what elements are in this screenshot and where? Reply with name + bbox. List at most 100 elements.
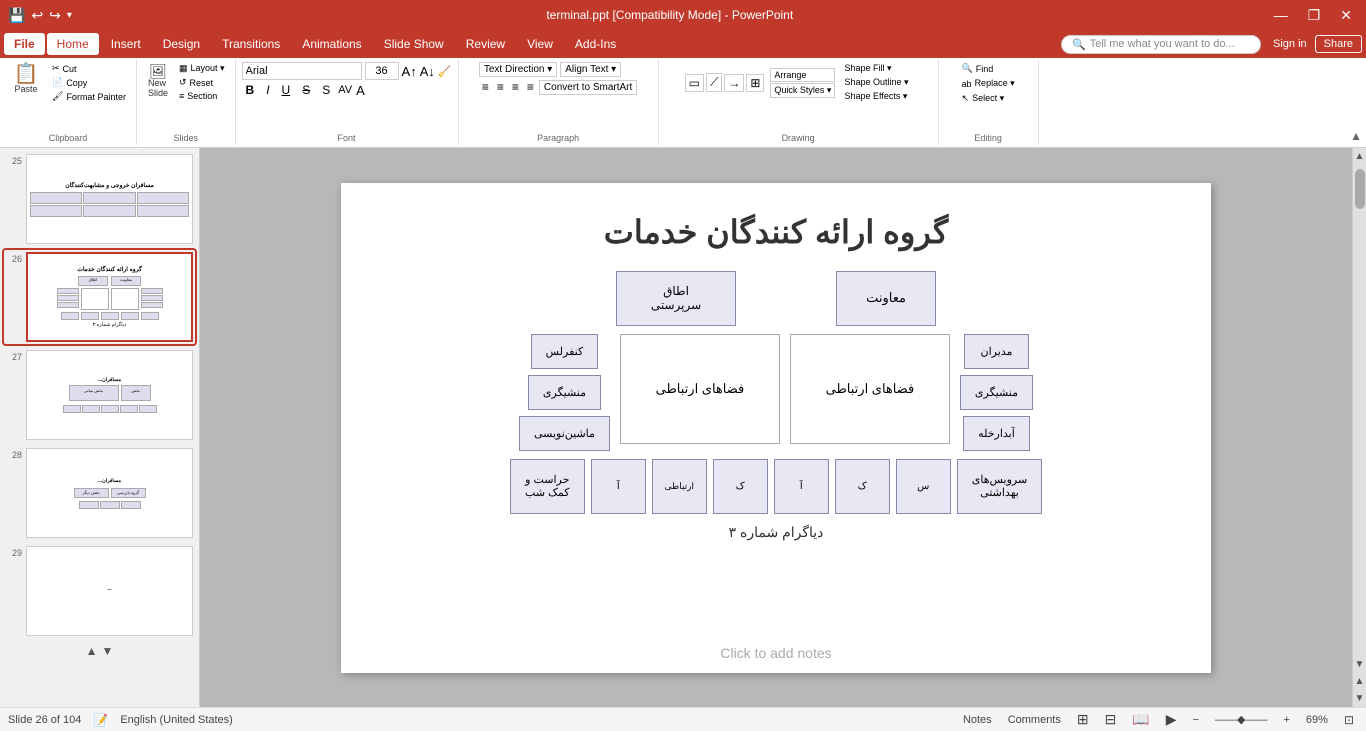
align-center-button[interactable]: ≡ (494, 79, 507, 95)
menu-home[interactable]: Home (47, 33, 99, 55)
org-box-monshigari-right[interactable]: منشیگری (528, 375, 601, 410)
scroll-down-arrow[interactable]: ▼ (102, 644, 114, 658)
click-to-add-notes[interactable]: Click to add notes (720, 645, 831, 661)
scroll-up-arrow[interactable]: ▲ (86, 644, 98, 658)
zoom-in-button[interactable]: + (1279, 713, 1293, 727)
org-box-modiran[interactable]: مدیران (964, 334, 1029, 369)
org-box-k1[interactable]: ک (835, 459, 890, 514)
slide-item-29[interactable]: 29 ... (4, 544, 195, 638)
arrange-button[interactable]: Arrange (770, 68, 835, 82)
slide-item-26[interactable]: 26 گروه ارائه کنندگان خدمات معاونت اطاق (4, 250, 195, 344)
share-button[interactable]: Share (1315, 35, 1362, 53)
slide-item-28[interactable]: 28 مسافران... گروه بازرسی بخش دیگر (4, 446, 195, 540)
menu-animations[interactable]: Animations (292, 33, 371, 55)
scroll-thumb[interactable] (1355, 169, 1365, 209)
slide-item-27[interactable]: 27 مسافران... بخش بخش میانی (4, 348, 195, 442)
zoom-level[interactable]: 69% (1302, 713, 1332, 727)
zoom-out-button[interactable]: − (1189, 713, 1203, 727)
menu-transitions[interactable]: Transitions (212, 33, 290, 55)
restore-button[interactable]: ❐ (1302, 5, 1327, 26)
shape-rect-icon[interactable]: ▭ (685, 74, 704, 92)
bold-button[interactable]: B (242, 82, 259, 98)
scroll-line-down[interactable]: ▼ (1352, 690, 1366, 707)
align-text-button[interactable]: Align Text ▾ (560, 62, 621, 77)
slide-panel-scroll[interactable]: ▲ ▼ (4, 642, 195, 660)
save-icon[interactable]: 💾 (8, 7, 25, 24)
fit-slide-button[interactable]: ⊡ (1340, 712, 1358, 728)
align-right-button[interactable]: ≡ (509, 79, 522, 95)
canvas-scrollbar[interactable]: ▲ ▼ ▲ ▼ (1352, 148, 1366, 707)
slide-thumb-29[interactable]: ... (26, 546, 193, 636)
underline-button[interactable]: U (278, 82, 295, 98)
sign-in-button[interactable]: Sign in (1273, 38, 1307, 50)
replace-button[interactable]: ab Replace ▾ (958, 77, 1019, 90)
menu-design[interactable]: Design (153, 33, 210, 55)
shape-line-icon[interactable]: ⟋ (706, 73, 722, 92)
org-box-abdarkhane[interactable]: آبدارخله (963, 416, 1030, 451)
clear-format-button[interactable]: 🧹 (438, 65, 452, 78)
minimize-button[interactable]: — (1268, 5, 1294, 25)
comments-button[interactable]: Comments (1004, 713, 1065, 727)
org-box-k2[interactable]: ک (713, 459, 768, 514)
format-painter-button[interactable]: 🖌 Format Painter (48, 90, 130, 103)
convert-smartart-button[interactable]: Convert to SmartArt (539, 80, 637, 95)
org-box-conference[interactable]: کنفرلس (531, 334, 599, 369)
decrease-font-button[interactable]: A↓ (420, 64, 435, 79)
reset-button[interactable]: ↺ Reset (175, 76, 229, 89)
undo-icon[interactable]: ↩ (31, 7, 43, 24)
org-box-ertebati[interactable]: ارتباطی (652, 459, 707, 514)
menu-insert[interactable]: Insert (101, 33, 151, 55)
scroll-down-button[interactable]: ▼ (1352, 656, 1366, 673)
slide-thumb-28[interactable]: مسافران... گروه بازرسی بخش دیگر (26, 448, 193, 538)
slide-sorter-button[interactable]: ⊟ (1101, 710, 1121, 729)
org-box-fazaha-right[interactable]: فضاهای ارتباطی (620, 334, 780, 444)
slideshow-button[interactable]: ▶ (1162, 710, 1181, 729)
section-button[interactable]: ≡ Section (175, 90, 229, 102)
org-box-fazaha-left[interactable]: فضاهای ارتباطی (790, 334, 950, 444)
slide-thumb-26[interactable]: گروه ارائه کنندگان خدمات معاونت اطاق (26, 252, 193, 342)
paste-button[interactable]: 📋 Paste (6, 62, 46, 96)
italic-button[interactable]: I (262, 82, 273, 98)
org-box-herasat[interactable]: حراست وکمک شب (510, 459, 585, 514)
new-slide-button[interactable]: 🖼 NewSlide (143, 62, 173, 100)
slide-canvas[interactable]: گروه ارائه کنندگان خدمات معاونت اطاقسرپر… (341, 183, 1211, 673)
align-left-button[interactable]: ≡ (479, 79, 492, 95)
menu-slideshow[interactable]: Slide Show (374, 33, 454, 55)
slide-thumb-25[interactable]: مسافران خروجی و مشابهت‌کنندگان (26, 154, 193, 244)
org-box-monshigari-left[interactable]: منشیگری (960, 375, 1033, 410)
org-box-sarvis[interactable]: سرویس‌هایبهداشتی (957, 459, 1042, 514)
font-size-input[interactable] (365, 62, 399, 80)
org-box-otagh[interactable]: اطاقسرپرستی (616, 271, 736, 326)
tell-me-box[interactable]: 🔍 Tell me what you want to do... (1061, 35, 1261, 54)
slide-item-25[interactable]: 25 مسافران خروجی و مشابهت‌کنندگان (4, 152, 195, 246)
reading-view-button[interactable]: 📖 (1128, 710, 1153, 729)
shape-fill-button[interactable]: Shape Fill ▾ (841, 62, 911, 75)
shape-arrow-icon[interactable]: → (724, 74, 744, 92)
zoom-slider[interactable]: ——◆—— (1211, 712, 1271, 727)
notes-button[interactable]: Notes (959, 713, 996, 727)
font-color-button[interactable]: A (356, 83, 365, 98)
strikethrough-button[interactable]: S (298, 82, 314, 98)
redo-icon[interactable]: ↪ (49, 7, 61, 24)
text-direction-button[interactable]: Text Direction ▾ (479, 62, 557, 77)
select-button[interactable]: ↖ Select ▾ (958, 92, 1009, 105)
org-box-s1[interactable]: س (896, 459, 951, 514)
font-name-input[interactable] (242, 62, 362, 80)
shadow-button[interactable]: S (318, 82, 334, 98)
slide-thumb-27[interactable]: مسافران... بخش بخش میانی (26, 350, 193, 440)
window-controls[interactable]: — ❐ ✕ (1268, 5, 1358, 26)
shape-effects-button[interactable]: Shape Effects ▾ (841, 90, 911, 103)
scroll-line-up[interactable]: ▲ (1352, 673, 1366, 690)
quick-styles-button[interactable]: Quick Styles ▾ (770, 83, 835, 98)
increase-font-button[interactable]: A↑ (402, 64, 417, 79)
ribbon-collapse-button[interactable]: ▲ (1350, 129, 1362, 143)
org-box-a1[interactable]: آ (774, 459, 829, 514)
menu-file[interactable]: File (4, 33, 45, 55)
menu-review[interactable]: Review (456, 33, 515, 55)
org-box-a2[interactable]: آ (591, 459, 646, 514)
scroll-up-button[interactable]: ▲ (1352, 148, 1366, 165)
find-button[interactable]: 🔍 Find (958, 62, 998, 75)
justify-button[interactable]: ≡ (524, 79, 537, 95)
quick-access-toolbar[interactable]: 💾 ↩ ↪ ▾ (8, 7, 72, 24)
menu-addins[interactable]: Add-Ins (565, 33, 626, 55)
